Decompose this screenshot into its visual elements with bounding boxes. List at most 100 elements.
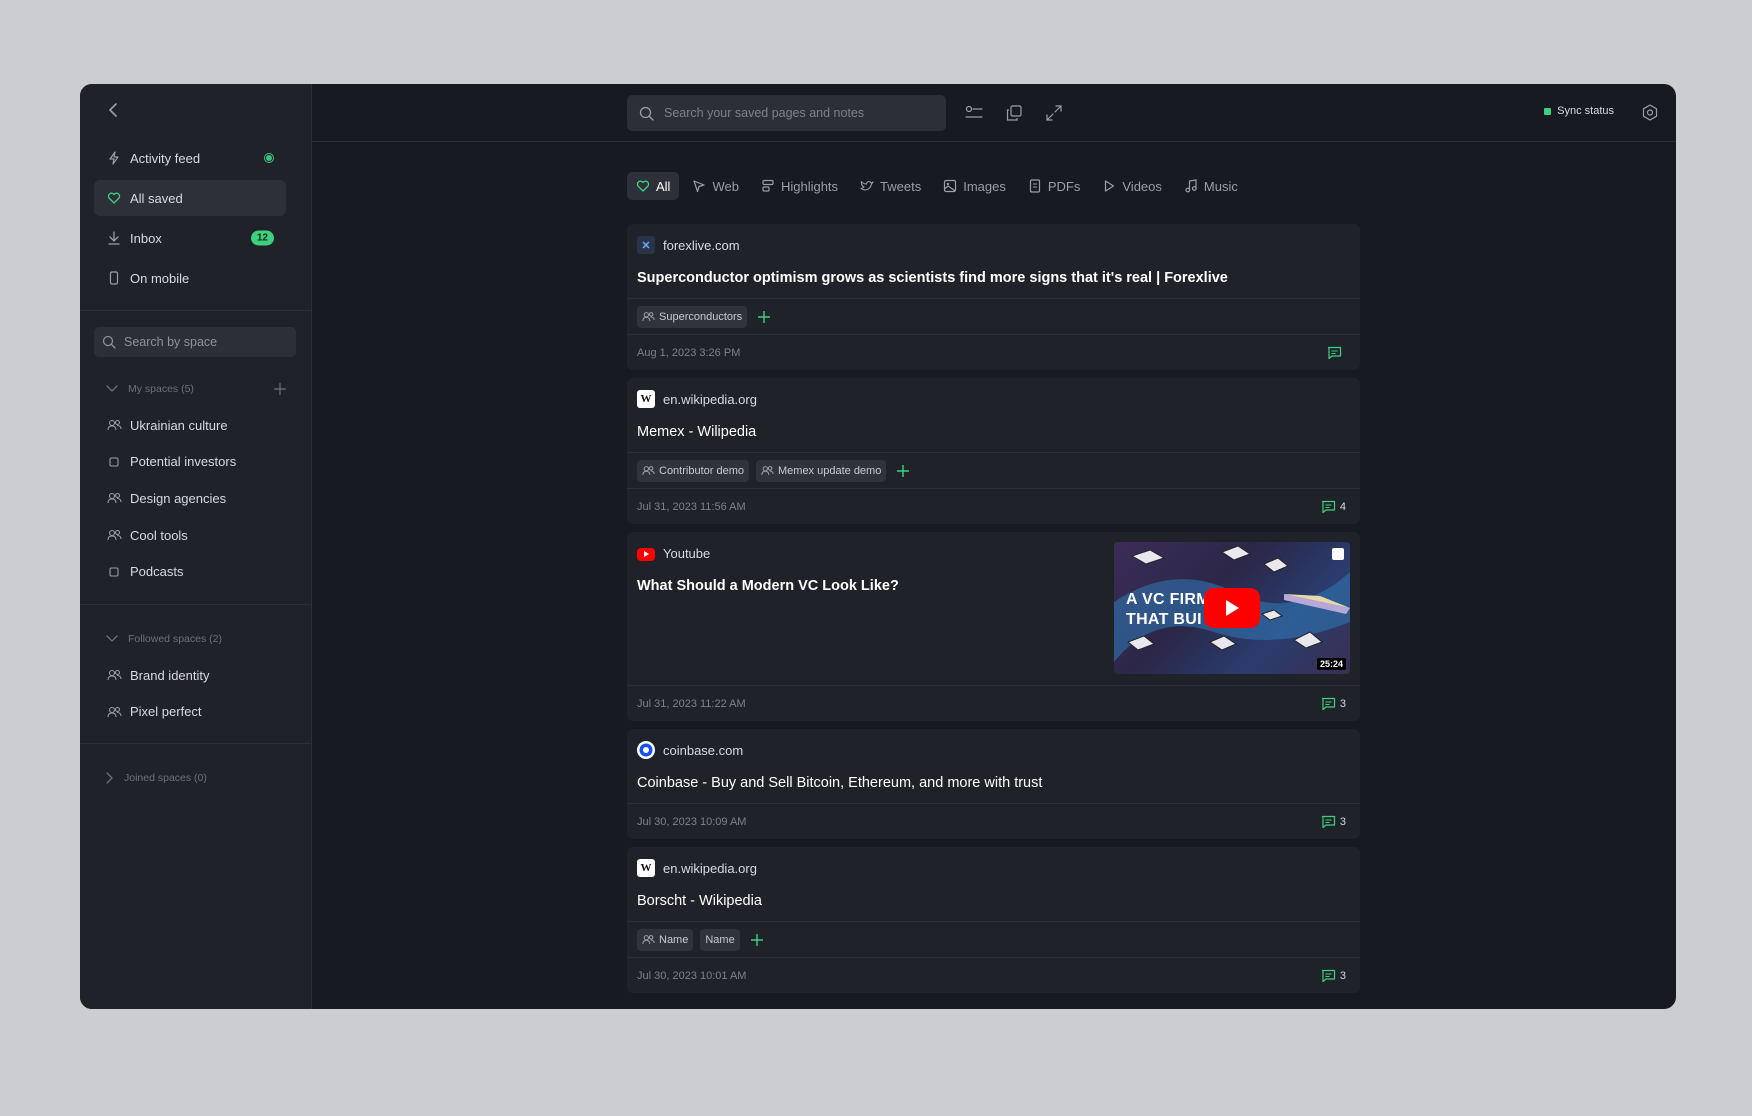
people-icon <box>761 465 774 476</box>
space-tag[interactable]: Name <box>637 928 694 951</box>
comment-count: 4 <box>1339 500 1346 513</box>
tab-music[interactable]: Music <box>1175 172 1247 200</box>
chevron-down-icon <box>106 385 118 393</box>
chevron-down-icon <box>106 635 118 643</box>
search-placeholder: Search your saved pages and notes <box>664 106 865 120</box>
forexlive-favicon-icon: ✕ <box>637 236 655 254</box>
space-item-design-agencies[interactable]: Design agencies <box>94 480 286 517</box>
comment-icon <box>1321 969 1336 983</box>
comment-count: 3 <box>1339 969 1346 982</box>
card-content: coinbase.com Coinbase - Buy and Sell Bit… <box>627 729 1360 803</box>
youtube-play-button[interactable] <box>1204 588 1260 628</box>
sync-label: Sync status <box>1557 105 1614 117</box>
heart-icon <box>106 190 122 206</box>
space-item-cool-tools[interactable]: Cool tools <box>94 517 286 554</box>
source-label: en.wikipedia.org <box>663 860 757 876</box>
copy-button[interactable] <box>1003 102 1025 124</box>
comments-button[interactable]: 3 <box>1321 697 1346 711</box>
card-title[interactable]: Memex - Wilipedia <box>637 424 1350 440</box>
tab-pdfs[interactable]: PDFs <box>1019 172 1090 200</box>
gear-icon <box>1642 104 1658 121</box>
space-item-ukrainian-culture[interactable]: Ukrainian culture <box>94 407 286 444</box>
space-item-brand-identity[interactable]: Brand identity <box>94 657 286 694</box>
space-search-input[interactable]: Search by space <box>94 327 296 357</box>
card-date: Jul 31, 2023 11:22 AM <box>637 697 746 710</box>
card-date: Jul 31, 2023 11:56 AM <box>637 500 746 513</box>
card-source: ✕ forexlive.com <box>637 236 1350 254</box>
filter-button[interactable] <box>963 102 985 124</box>
chevron-right-icon <box>106 772 114 784</box>
nav-activity-feed[interactable]: Activity feed <box>94 140 286 176</box>
video-thumbnail[interactable]: A VC FIRM THAT BUI 25:24 <box>1114 542 1350 674</box>
wikipedia-favicon-icon: W <box>637 390 655 408</box>
space-tag[interactable]: Memex update demo <box>756 459 887 482</box>
sidebar: Activity feed All saved Inbox 12 On mobi… <box>80 84 312 1009</box>
card-title[interactable]: Superconductor optimism grows as scienti… <box>637 270 1350 286</box>
my-spaces-header[interactable]: My spaces (5) <box>106 379 286 399</box>
people-icon <box>106 667 122 683</box>
play-icon <box>1226 600 1239 616</box>
saved-item-card[interactable]: ✕ forexlive.com Superconductor optimism … <box>627 224 1360 370</box>
nav-label: Inbox <box>130 230 162 246</box>
comments-button[interactable] <box>1327 346 1346 360</box>
nav-inbox[interactable]: Inbox 12 <box>94 220 286 256</box>
tab-tweets[interactable]: Tweets <box>851 172 930 200</box>
space-item-potential-investors[interactable]: Potential investors <box>94 444 286 481</box>
saved-item-card[interactable]: Youtube What Should a Modern VC Look Lik… <box>627 532 1360 721</box>
saved-item-card[interactable]: coinbase.com Coinbase - Buy and Sell Bit… <box>627 729 1360 839</box>
tab-label: Videos <box>1122 178 1162 194</box>
space-tag[interactable]: Contributor demo <box>637 459 749 482</box>
card-source: coinbase.com <box>637 741 1350 759</box>
people-icon <box>106 527 122 543</box>
divider <box>80 310 312 311</box>
add-to-space-button[interactable] <box>749 932 765 948</box>
tab-images[interactable]: Images <box>934 172 1015 200</box>
followed-spaces-list: Brand identity Pixel perfect <box>94 657 286 730</box>
comments-button[interactable]: 4 <box>1321 500 1346 514</box>
sync-status[interactable]: Sync status <box>1544 105 1614 117</box>
nav-all-saved[interactable]: All saved <box>94 180 286 216</box>
bolt-icon <box>106 150 122 166</box>
search-input[interactable]: Search your saved pages and notes <box>627 95 946 131</box>
card-title[interactable]: Coinbase - Buy and Sell Bitcoin, Ethereu… <box>637 775 1350 791</box>
plus-icon <box>758 310 771 323</box>
space-tag[interactable]: Name <box>700 928 740 951</box>
add-to-space-button[interactable] <box>756 309 772 325</box>
comment-count: 3 <box>1339 815 1346 828</box>
space-item-pixel-perfect[interactable]: Pixel perfect <box>94 694 286 731</box>
tab-all[interactable]: All <box>627 172 680 200</box>
top-bar: Search your saved pages and notes Sync s… <box>312 84 1676 142</box>
plus-icon <box>897 464 910 477</box>
nav-on-mobile[interactable]: On mobile <box>94 260 286 296</box>
card-meta: Jul 31, 2023 11:56 AM 4 <box>627 488 1360 524</box>
space-tag[interactable]: Superconductors <box>637 305 748 328</box>
followed-spaces-header[interactable]: Followed spaces (2) <box>106 629 286 649</box>
settings-button[interactable] <box>1640 103 1660 123</box>
saved-item-card[interactable]: W en.wikipedia.org Memex - Wilipedia Con… <box>627 378 1360 524</box>
youtube-favicon-icon <box>637 547 655 561</box>
divider <box>80 743 312 744</box>
back-button[interactable] <box>104 100 124 120</box>
tab-label: Images <box>963 178 1006 194</box>
card-content: W en.wikipedia.org Borscht - Wikipedia <box>627 847 1360 909</box>
comments-button[interactable]: 3 <box>1321 969 1346 983</box>
saved-item-card[interactable]: W en.wikipedia.org Borscht - Wikipedia N… <box>627 847 1360 993</box>
divider <box>80 604 312 605</box>
thumbnail-title: A VC FIRM THAT BUI <box>1126 590 1210 630</box>
card-title[interactable]: Borscht - Wikipedia <box>637 893 1350 909</box>
joined-spaces-header[interactable]: Joined spaces (0) <box>106 768 286 788</box>
comments-button[interactable]: 3 <box>1321 815 1346 829</box>
tab-videos[interactable]: Videos <box>1093 172 1171 200</box>
card-content: W en.wikipedia.org Memex - Wilipedia <box>627 378 1360 440</box>
add-space-button[interactable] <box>274 383 286 395</box>
tab-highlights[interactable]: Highlights <box>752 172 847 200</box>
expand-button[interactable] <box>1043 102 1065 124</box>
saved-items-feed: ✕ forexlive.com Superconductor optimism … <box>627 224 1360 1001</box>
add-to-space-button[interactable] <box>895 463 911 479</box>
space-item-podcasts[interactable]: Podcasts <box>94 553 286 590</box>
heart-icon <box>636 179 650 193</box>
tab-label: Highlights <box>780 178 839 194</box>
tab-web[interactable]: Web <box>683 172 748 200</box>
sidebar-nav: Activity feed All saved Inbox 12 On mobi… <box>94 140 286 300</box>
inbox-count-badge: 12 <box>250 230 274 246</box>
